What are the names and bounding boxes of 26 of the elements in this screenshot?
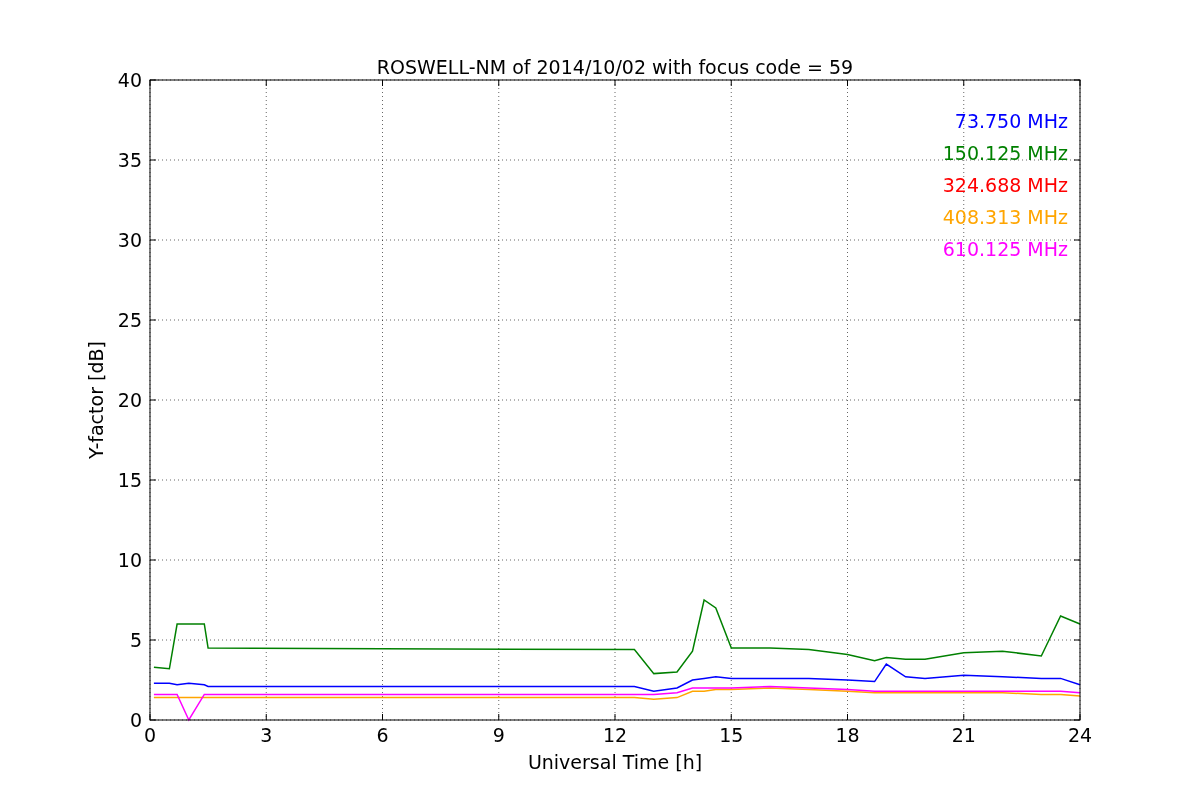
x-tick-label: 6	[376, 724, 389, 746]
y-tick-label: 35	[117, 149, 142, 171]
legend-label: 610.125 MHz	[942, 238, 1068, 260]
y-tick-label: 20	[117, 389, 142, 411]
y-tick-label: 30	[117, 229, 142, 251]
x-tick-label: 0	[143, 724, 157, 746]
x-tick-label: 18	[835, 724, 860, 746]
x-axis-label: Universal Time [h]	[527, 751, 703, 773]
chart-title: ROSWELL-NM of 2014/10/02 with focus code = 59	[376, 56, 854, 78]
y-tick-label: 5	[129, 629, 142, 651]
y-tick-label: 10	[117, 549, 142, 571]
x-tick-label: 15	[719, 724, 744, 746]
x-tick-label: 12	[602, 724, 628, 746]
y-tick-label: 0	[129, 709, 142, 731]
legend-label: 150.125 MHz	[942, 142, 1068, 164]
x-tick-label: 3	[260, 724, 273, 746]
y-tick-label: 40	[117, 69, 142, 91]
legend-label: 408.313 MHz	[942, 206, 1068, 228]
x-tick-label: 9	[492, 724, 505, 746]
x-tick-label: 24	[1067, 724, 1093, 746]
y-tick-label: 25	[117, 309, 142, 331]
legend-label: 73.750 MHz	[954, 110, 1068, 132]
legend-label: 324.688 MHz	[942, 174, 1068, 196]
x-tick-label: 21	[951, 724, 976, 746]
y-axis-label: Y-factor [dB]	[85, 341, 107, 459]
y-tick-label: 15	[117, 469, 142, 491]
